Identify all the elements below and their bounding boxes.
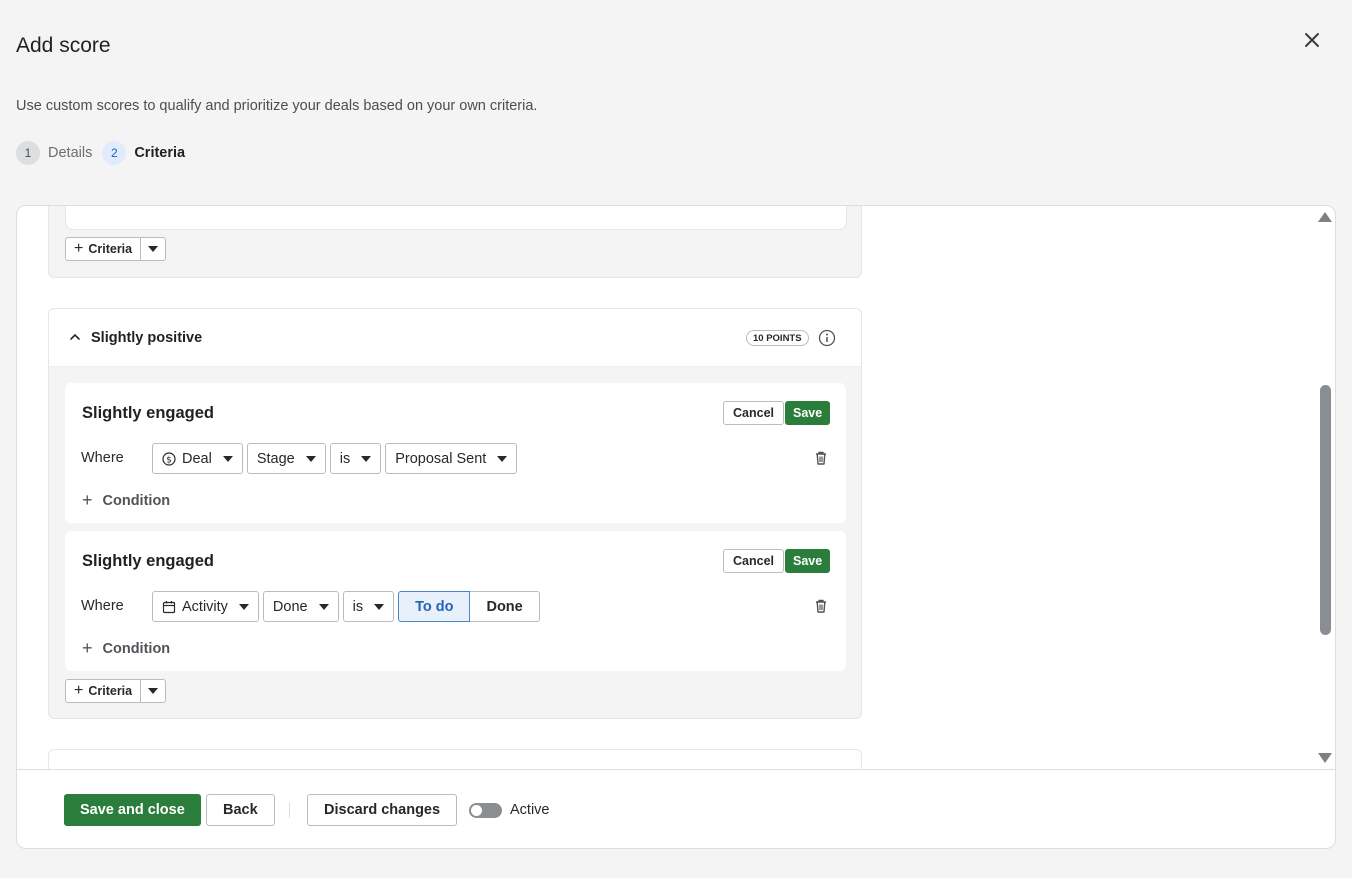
- page-subtitle: Use custom scores to qualify and priorit…: [16, 98, 538, 114]
- add-criteria-label: Criteria: [88, 684, 133, 698]
- segment-done[interactable]: Done: [470, 591, 540, 622]
- where-label: Where: [81, 450, 124, 466]
- group-title: Slightly positive: [91, 330, 203, 346]
- field-select-value: Stage: [256, 450, 295, 467]
- points-badge: 10 POINTS: [746, 330, 809, 346]
- value-select[interactable]: Proposal Sent: [385, 443, 518, 474]
- plus-icon: +: [74, 682, 84, 699]
- step-label-criteria[interactable]: Criteria: [134, 145, 185, 161]
- field-select[interactable]: Done: [262, 591, 339, 622]
- field-select[interactable]: Stage: [246, 443, 326, 474]
- page-title: Add score: [16, 34, 111, 57]
- value-select-value: Proposal Sent: [395, 450, 487, 467]
- save-button[interactable]: Save: [785, 549, 831, 573]
- caret-down-icon: [318, 603, 329, 610]
- step-number-criteria: 2: [102, 141, 127, 165]
- add-criteria-split-button: + Criteria: [65, 237, 167, 261]
- score-group-next: [48, 749, 862, 769]
- caret-down-icon: [148, 246, 159, 252]
- toggle-knob: [471, 805, 482, 816]
- entity-select[interactable]: Activity: [152, 591, 259, 622]
- active-toggle[interactable]: [469, 803, 502, 818]
- plus-icon: +: [74, 240, 84, 257]
- operator-select-value: is: [339, 450, 351, 467]
- caret-down-icon: [305, 455, 316, 462]
- save-button[interactable]: Save: [785, 401, 831, 425]
- chevron-up-icon[interactable]: [69, 331, 81, 343]
- scrollbar-thumb[interactable]: [1320, 385, 1331, 635]
- rule-card-1: Slightly engaged Cancel Save Where $ Dea…: [65, 383, 846, 523]
- condition-selects: Activity Done is To do Done: [152, 591, 540, 622]
- scroll-down-arrow-icon[interactable]: [1318, 753, 1332, 763]
- operator-select-value: is: [352, 598, 364, 615]
- close-icon[interactable]: [1300, 28, 1324, 52]
- cancel-button[interactable]: Cancel: [723, 549, 784, 573]
- score-group-slightly-positive: Slightly positive 10 POINTS Slightly eng…: [48, 308, 862, 719]
- entity-select[interactable]: $ Deal: [152, 443, 243, 474]
- plus-icon: +: [82, 638, 93, 658]
- cancel-button[interactable]: Cancel: [723, 401, 784, 425]
- footer-bar: Save and close Back Discard changes Acti…: [17, 769, 1335, 848]
- add-condition-button[interactable]: + Condition: [82, 490, 170, 511]
- stepper: 1 Details 2 Criteria: [16, 141, 195, 165]
- rule-title: Slightly engaged: [82, 552, 215, 570]
- group-header[interactable]: Slightly positive 10 POINTS: [49, 309, 861, 367]
- criteria-dropdown-toggle[interactable]: [141, 238, 165, 260]
- add-condition-button[interactable]: + Condition: [82, 638, 170, 659]
- scroll-up-arrow-icon[interactable]: [1318, 212, 1332, 222]
- calendar-icon: [162, 600, 176, 613]
- add-condition-label: Condition: [102, 492, 171, 509]
- plus-icon: +: [82, 490, 93, 510]
- criteria-panel: + Criteria Slightly positive 10 POINTS S…: [16, 205, 1336, 849]
- trash-icon[interactable]: [813, 450, 829, 466]
- info-icon[interactable]: [818, 329, 836, 347]
- trash-icon[interactable]: [813, 598, 829, 614]
- back-button[interactable]: Back: [206, 794, 275, 826]
- status-segmented-control: To do Done: [398, 591, 540, 622]
- discard-changes-button[interactable]: Discard changes: [307, 794, 458, 826]
- caret-down-icon: [374, 603, 385, 610]
- save-and-close-button[interactable]: Save and close: [64, 794, 201, 826]
- add-criteria-button[interactable]: + Criteria: [66, 238, 142, 260]
- rule-card-partial: [65, 206, 847, 230]
- operator-select[interactable]: is: [329, 443, 382, 474]
- caret-down-icon: [497, 455, 508, 462]
- add-condition-label: Condition: [102, 640, 171, 657]
- entity-select-value: Activity: [182, 598, 228, 615]
- active-toggle-label: Active: [510, 802, 550, 818]
- field-select-value: Done: [272, 598, 308, 615]
- caret-down-icon: [238, 603, 249, 610]
- caret-down-icon: [148, 688, 159, 694]
- segment-to-do[interactable]: To do: [398, 591, 471, 622]
- criteria-dropdown-toggle[interactable]: [141, 680, 165, 702]
- caret-down-icon: [222, 455, 233, 462]
- rule-title: Slightly engaged: [82, 404, 215, 422]
- divider: [289, 802, 290, 818]
- dollar-circle-icon: $: [162, 451, 176, 466]
- svg-text:$: $: [166, 455, 172, 465]
- condition-selects: $ Deal Stage is Proposal Sent: [152, 443, 521, 474]
- step-number-details: 1: [16, 141, 40, 165]
- scrollbar[interactable]: [1315, 206, 1332, 769]
- score-group-previous: + Criteria: [48, 206, 862, 278]
- criteria-scroll-area[interactable]: + Criteria Slightly positive 10 POINTS S…: [17, 206, 1335, 769]
- add-criteria-label: Criteria: [88, 242, 133, 256]
- step-label-details[interactable]: Details: [48, 145, 92, 161]
- rule-card-2: Slightly engaged Cancel Save Where Activ…: [65, 531, 846, 671]
- where-label: Where: [81, 598, 124, 614]
- operator-select[interactable]: is: [342, 591, 395, 622]
- add-criteria-button[interactable]: + Criteria: [66, 680, 142, 702]
- entity-select-value: Deal: [182, 450, 212, 467]
- caret-down-icon: [361, 455, 372, 462]
- add-criteria-split-button: + Criteria: [65, 679, 167, 703]
